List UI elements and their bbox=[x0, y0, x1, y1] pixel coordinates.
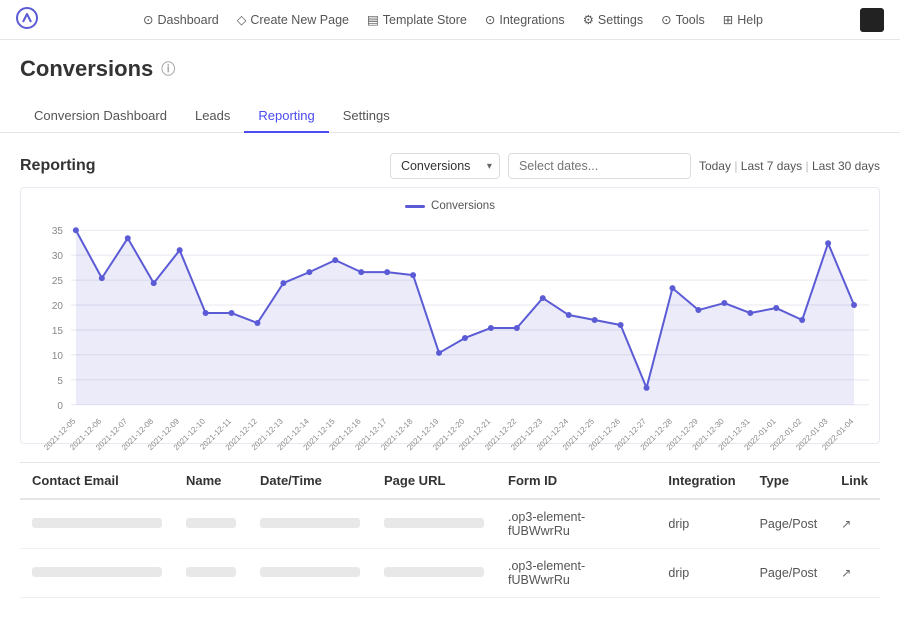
cell-type: Page/Post bbox=[748, 549, 830, 598]
cell-form-id: .op3-element-fUBWwrRu bbox=[496, 499, 656, 549]
conversions-table: Contact Email Name Date/Time Page URL Fo… bbox=[20, 462, 880, 598]
table-header-row: Contact Email Name Date/Time Page URL Fo… bbox=[20, 463, 880, 500]
cell-link[interactable]: ↗ bbox=[829, 549, 880, 598]
svg-text:10: 10 bbox=[52, 351, 64, 362]
page-header: Conversions ⓘ bbox=[0, 40, 900, 82]
svg-text:30: 30 bbox=[52, 251, 64, 262]
cell-email bbox=[20, 499, 174, 549]
create-page-icon: ◇ bbox=[237, 12, 247, 27]
line-chart: 0 5 10 15 20 25 30 35 bbox=[31, 220, 869, 430]
integrations-icon: ⊙ bbox=[485, 12, 495, 27]
svg-text:15: 15 bbox=[52, 326, 64, 337]
legend-color-conversions bbox=[405, 205, 425, 208]
cell-datetime bbox=[248, 549, 372, 598]
tools-icon: ⊙ bbox=[661, 12, 671, 27]
template-icon: ▤ bbox=[367, 12, 379, 27]
table-row: .op3-element-fUBWwrRu drip Page/Post ↗ bbox=[20, 499, 880, 549]
cell-integration: drip bbox=[656, 499, 747, 549]
col-name: Name bbox=[174, 463, 248, 500]
external-link-icon[interactable]: ↗ bbox=[841, 566, 851, 580]
nav-settings[interactable]: ⚙ Settings bbox=[583, 12, 643, 27]
col-form-id: Form ID bbox=[496, 463, 656, 500]
cell-page-url bbox=[372, 549, 496, 598]
col-link: Link bbox=[829, 463, 880, 500]
tab-settings[interactable]: Settings bbox=[329, 100, 404, 133]
nav-template-store[interactable]: ▤ Template Store bbox=[367, 12, 467, 27]
nav-dashboard[interactable]: ⊙ Dashboard bbox=[143, 12, 219, 27]
page-title: Conversions ⓘ bbox=[20, 56, 880, 82]
svg-text:0: 0 bbox=[57, 401, 63, 412]
chart-container: Conversions 0 5 10 15 20 25 30 35 bbox=[20, 187, 880, 444]
legend-label-conversions: Conversions bbox=[431, 200, 495, 212]
nav-tools[interactable]: ⊙ Tools bbox=[661, 12, 705, 27]
user-avatar[interactable] bbox=[860, 8, 884, 32]
main-content: Reporting Conversions Leads Page Views ▾… bbox=[0, 133, 900, 618]
cell-integration: drip bbox=[656, 549, 747, 598]
external-link-icon[interactable]: ↗ bbox=[841, 517, 851, 531]
shortcut-last-7[interactable]: Last 7 days bbox=[741, 159, 802, 173]
cell-name bbox=[174, 549, 248, 598]
col-integration: Integration bbox=[656, 463, 747, 500]
cell-type: Page/Post bbox=[748, 499, 830, 549]
cell-form-id: .op3-element-fUBWwrRu bbox=[496, 549, 656, 598]
conversions-dropdown[interactable]: Conversions Leads Page Views bbox=[390, 153, 500, 179]
info-icon[interactable]: ⓘ bbox=[161, 59, 175, 79]
table-section: Contact Email Name Date/Time Page URL Fo… bbox=[20, 462, 880, 598]
help-icon: ⊞ bbox=[723, 12, 733, 27]
reporting-title: Reporting bbox=[20, 157, 96, 175]
date-range-input[interactable] bbox=[508, 153, 691, 179]
cell-link[interactable]: ↗ bbox=[829, 499, 880, 549]
top-navigation: ⊙ Dashboard ◇ Create New Page ▤ Template… bbox=[0, 0, 900, 40]
nav-items: ⊙ Dashboard ◇ Create New Page ▤ Template… bbox=[66, 12, 840, 27]
reporting-header: Reporting Conversions Leads Page Views ▾… bbox=[20, 153, 880, 179]
reporting-controls: Conversions Leads Page Views ▾ Today | L… bbox=[390, 153, 880, 179]
app-logo[interactable] bbox=[16, 7, 38, 32]
svg-text:35: 35 bbox=[52, 226, 64, 237]
col-datetime: Date/Time bbox=[248, 463, 372, 500]
nav-help[interactable]: ⊞ Help bbox=[723, 12, 763, 27]
svg-text:5: 5 bbox=[57, 376, 63, 387]
cell-datetime bbox=[248, 499, 372, 549]
page-tabs: Conversion Dashboard Leads Reporting Set… bbox=[0, 90, 900, 133]
col-page-url: Page URL bbox=[372, 463, 496, 500]
nav-integrations[interactable]: ⊙ Integrations bbox=[485, 12, 565, 27]
nav-create-new-page[interactable]: ◇ Create New Page bbox=[237, 12, 349, 27]
settings-icon: ⚙ bbox=[583, 12, 594, 27]
chart-legend: Conversions bbox=[31, 200, 869, 212]
cell-page-url bbox=[372, 499, 496, 549]
col-type: Type bbox=[748, 463, 830, 500]
topnav-right bbox=[860, 8, 884, 32]
tab-leads[interactable]: Leads bbox=[181, 100, 244, 133]
col-contact-email: Contact Email bbox=[20, 463, 174, 500]
cell-name bbox=[174, 499, 248, 549]
tab-conversion-dashboard[interactable]: Conversion Dashboard bbox=[20, 100, 181, 133]
shortcut-today[interactable]: Today bbox=[699, 159, 731, 173]
svg-text:20: 20 bbox=[52, 301, 64, 312]
shortcut-last-30[interactable]: Last 30 days bbox=[812, 159, 880, 173]
dashboard-icon: ⊙ bbox=[143, 12, 153, 27]
conversions-dropdown-wrapper: Conversions Leads Page Views ▾ bbox=[390, 153, 500, 179]
tab-reporting[interactable]: Reporting bbox=[244, 100, 328, 133]
date-shortcuts: Today | Last 7 days | Last 30 days bbox=[699, 159, 880, 173]
table-row: .op3-element-fUBWwrRu drip Page/Post ↗ bbox=[20, 549, 880, 598]
cell-email bbox=[20, 549, 174, 598]
svg-text:25: 25 bbox=[52, 276, 64, 287]
